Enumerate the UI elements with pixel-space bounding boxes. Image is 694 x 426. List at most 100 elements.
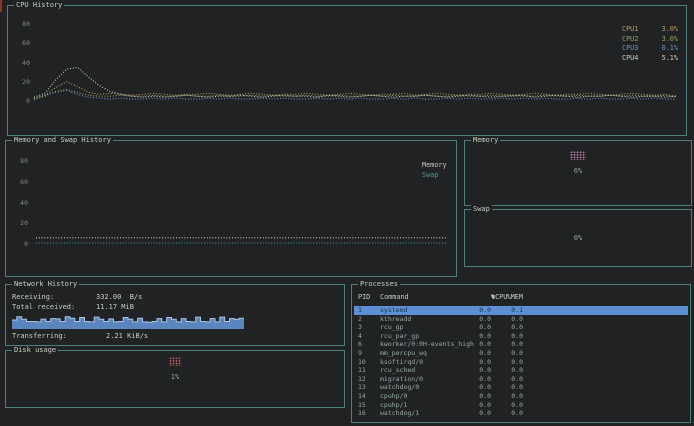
process-row[interactable]: 12 migration/0 0.00.0 bbox=[354, 375, 688, 384]
terminal-corner-mark bbox=[0, 0, 2, 12]
column-header-pid[interactable]: PID bbox=[358, 293, 370, 301]
process-mem: 0.0 bbox=[493, 315, 523, 324]
process-command: rcu_par_gp bbox=[380, 332, 419, 341]
network-history-title: Network History bbox=[12, 280, 79, 289]
process-mem: 0.0 bbox=[493, 340, 523, 349]
process-row[interactable]: 2kthreadd0.00.0 bbox=[354, 315, 688, 324]
swap-usage-title: Swap bbox=[471, 205, 492, 214]
process-row[interactable]: 10ksoftirqd/00.00.0 bbox=[354, 358, 688, 367]
process-pid: 6 bbox=[358, 340, 362, 349]
process-command: ksoftirqd/0 bbox=[380, 358, 423, 367]
process-command: kthreadd bbox=[380, 315, 411, 324]
disk-usage-title: Disk usage bbox=[12, 346, 58, 355]
process-command: mm_percpu_wq bbox=[380, 349, 427, 358]
cpu-history-panel: CPU History 806040200 CPU13.0%CPU23.0%CP… bbox=[7, 5, 687, 136]
process-command: migration/0 bbox=[380, 375, 423, 384]
process-pid: 13 bbox=[358, 383, 366, 392]
process-cpu: 0.0 bbox=[457, 340, 491, 349]
process-row[interactable]: 14 cpuhp/0 0.00.0 bbox=[354, 392, 688, 401]
process-cpu: 0.0 bbox=[457, 349, 491, 358]
process-cpu: 0.0 bbox=[457, 332, 491, 341]
y-axis-tick-label: 0 bbox=[12, 240, 28, 248]
memory-legend-label: Memory bbox=[422, 161, 447, 171]
process-row[interactable]: 6kworker/0:0H-events_high0.00.0 bbox=[354, 340, 688, 349]
swap-usage-panel: Swap 0% bbox=[464, 209, 692, 267]
disk-usage-dots bbox=[169, 357, 181, 366]
transferring-value: 2.21 KiB/s bbox=[106, 332, 148, 340]
process-pid: 14 bbox=[358, 392, 366, 401]
memory-swap-history-panel: Memory and Swap History 806040200 Memory… bbox=[5, 140, 457, 277]
transferring-label: Transferring: bbox=[12, 332, 67, 340]
process-mem: 0.0 bbox=[493, 358, 523, 367]
process-row-selected[interactable]: 1systemd0.00.1 bbox=[354, 306, 688, 315]
column-header-command[interactable]: Command bbox=[380, 293, 409, 301]
y-axis-tick-label: 20 bbox=[12, 219, 28, 227]
memory-swap-history-chart bbox=[6, 141, 456, 276]
process-command: watchdog/0 bbox=[380, 383, 419, 392]
process-row[interactable]: 9 mm_percpu_wq 0.00.0 bbox=[354, 349, 688, 358]
cpu-history-chart bbox=[8, 6, 686, 135]
process-pid: 12 bbox=[358, 375, 366, 384]
process-pid: 9 bbox=[358, 349, 362, 358]
cpu-legend-item: CPU30.1% bbox=[622, 44, 678, 54]
process-cpu: 0.0 bbox=[457, 315, 491, 324]
y-axis-tick-label: 40 bbox=[12, 199, 28, 207]
process-mem: 0.0 bbox=[493, 375, 523, 384]
y-axis-tick-label: 20 bbox=[14, 78, 30, 86]
process-mem: 0.0 bbox=[493, 366, 523, 375]
process-mem: 0.0 bbox=[493, 332, 523, 341]
process-row[interactable]: 16 watchdog/1 0.00.0 bbox=[354, 409, 688, 418]
process-mem: 0.0 bbox=[493, 401, 523, 410]
process-cpu: 0.0 bbox=[457, 392, 491, 401]
process-cpu: 0.0 bbox=[457, 383, 491, 392]
process-command: watchdog/1 bbox=[380, 409, 419, 418]
y-axis-tick-label: 60 bbox=[12, 178, 28, 186]
receiving-value: 332.00 B/s bbox=[96, 293, 142, 301]
process-command: rcu_sched bbox=[380, 366, 415, 375]
disk-usage-panel: Disk usage 1% bbox=[5, 350, 345, 408]
swap-usage-value: 0% bbox=[465, 234, 691, 242]
network-history-panel: Network History Receiving: 332.00 B/s To… bbox=[5, 284, 345, 346]
total-received-label: Total received: bbox=[12, 303, 75, 311]
process-command: cpuhp/0 bbox=[380, 392, 407, 401]
process-pid: 16 bbox=[358, 409, 366, 418]
process-row[interactable]: 11rcu_sched0.00.0 bbox=[354, 366, 688, 375]
process-cpu: 0.0 bbox=[457, 375, 491, 384]
process-row[interactable]: 13 watchdog/0 0.00.0 bbox=[354, 383, 688, 392]
cpu-legend-item: CPU13.0% bbox=[622, 25, 678, 35]
y-axis-tick-label: 40 bbox=[14, 59, 30, 67]
y-axis-tick-label: 80 bbox=[12, 157, 28, 165]
process-command: rcu_gp bbox=[380, 323, 403, 332]
process-row[interactable]: 3rcu_gp0.00.0 bbox=[354, 323, 688, 332]
process-row[interactable]: 15cpuhp/10.00.0 bbox=[354, 401, 688, 410]
process-cpu: 0.0 bbox=[457, 409, 491, 418]
network-receiving-sparkline bbox=[12, 314, 244, 329]
cpu-legend-item: CPU23.0% bbox=[622, 35, 678, 45]
memory-usage-title: Memory bbox=[471, 136, 500, 145]
y-axis-tick-label: 60 bbox=[14, 39, 30, 47]
process-mem: 0.0 bbox=[493, 323, 523, 332]
process-pid: 4 bbox=[358, 332, 362, 341]
process-pid: 10 bbox=[358, 358, 366, 367]
memory-usage-dots bbox=[570, 151, 586, 160]
process-mem: 0.0 bbox=[493, 392, 523, 401]
process-row[interactable]: 4 rcu_par_gp 0.00.0 bbox=[354, 332, 688, 341]
cpu-legend: CPU13.0%CPU23.0%CPU30.1%CPU45.1% bbox=[622, 25, 678, 63]
memory-usage-value: 6% bbox=[465, 167, 691, 175]
cpu-legend-item: CPU45.1% bbox=[622, 54, 678, 64]
process-mem: 0.0 bbox=[493, 349, 523, 358]
y-axis-tick-label: 0 bbox=[14, 97, 30, 105]
column-header-mem[interactable]: %MEM bbox=[493, 293, 523, 301]
swap-legend-label: Swap bbox=[422, 171, 447, 181]
processes-panel: Processes PID Command %CPU▼ %MEM 1system… bbox=[351, 284, 691, 423]
process-mem: 0.0 bbox=[493, 383, 523, 392]
process-mem: 0.1 bbox=[493, 306, 523, 315]
processes-header-row: PID Command %CPU▼ %MEM bbox=[352, 293, 690, 302]
process-mem: 0.0 bbox=[493, 409, 523, 418]
memory-swap-legend: Memory Swap bbox=[422, 161, 447, 180]
y-axis-tick-label: 80 bbox=[14, 20, 30, 28]
process-pid: 1 bbox=[358, 306, 362, 315]
process-pid: 3 bbox=[358, 323, 362, 332]
process-pid: 11 bbox=[358, 366, 366, 375]
system-monitor-screen: { "colors": { "background": "#202224", "… bbox=[0, 0, 694, 426]
